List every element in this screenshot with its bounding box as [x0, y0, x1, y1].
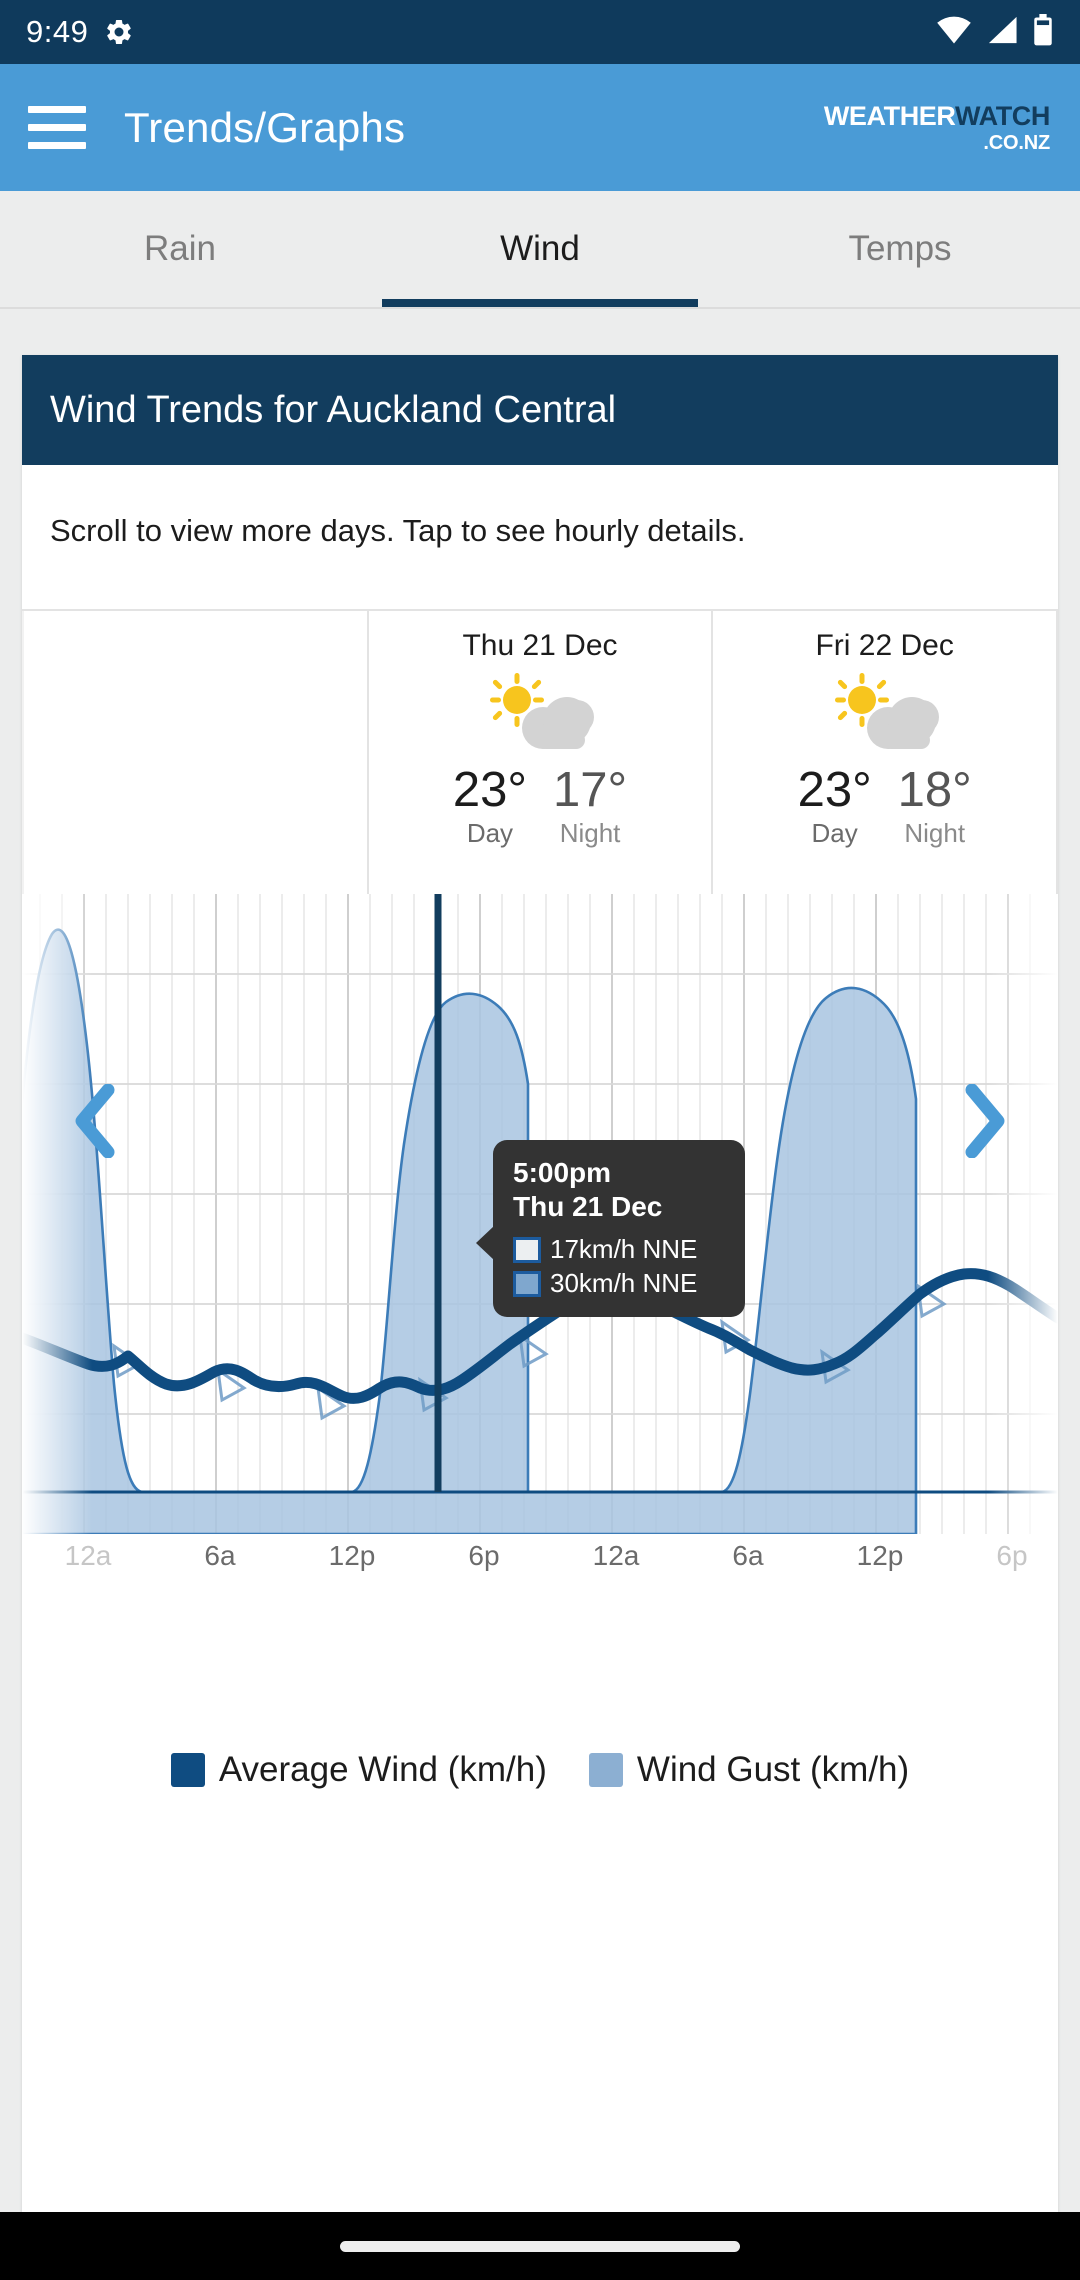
tooltip-swatch-average-wind [513, 1236, 541, 1263]
x-tick-label: 12p [328, 1540, 376, 1571]
chevron-left-icon[interactable] [70, 1084, 118, 1158]
night-temp-value: 17° [553, 763, 628, 817]
tab-rain[interactable]: Rain [0, 191, 360, 307]
tooltip-time: 5:00pm [513, 1157, 612, 1188]
hamburger-bar [28, 124, 86, 131]
night-temp-label: Night [904, 818, 966, 849]
x-tick-label: 12a [64, 1540, 112, 1571]
chevron-left-icon-svg [75, 1084, 115, 1158]
card-hint-text: Scroll to view more days. Tap to see hou… [50, 513, 746, 548]
chart-tooltip[interactable]: 5:00pm Thu 21 Dec 17km/h NNE 30km/h NNE [476, 1140, 745, 1318]
night-temp-block: 17° Night [553, 763, 628, 849]
battery-icon [1032, 13, 1054, 51]
status-bar: 9:49 [0, 0, 1080, 64]
brand-logo[interactable]: WEATHERWATCH .CO.NZ [823, 100, 1052, 154]
tooltip-swatch-wind-gust [513, 1270, 541, 1297]
chart-x-axis: 12a 6a 12p 6p 12a 6a 12p 6p [22, 1534, 1058, 1600]
legend-item-average-wind[interactable]: Average Wind (km/h) [170, 1750, 547, 1790]
brand-logo-watch: WATCH [955, 100, 1050, 131]
chevron-right-icon[interactable] [962, 1084, 1010, 1158]
x-tick-label: 6p [996, 1540, 1028, 1571]
chart-legend: Average Wind (km/h) Wind Gust (km/h) [22, 1750, 1058, 1790]
legend-swatch-average-wind [170, 1753, 205, 1787]
wifi-icon [936, 15, 972, 50]
system-navigation-bar [0, 2212, 1080, 2280]
app-root: 9:49 Trends/Graphs WEATHERWATCH .CO.NZ R… [0, 0, 1080, 2280]
cellular-signal-icon [986, 15, 1018, 50]
x-tick-label: 6a [732, 1540, 764, 1571]
app-bar: Trends/Graphs WEATHERWATCH .CO.NZ [0, 64, 1080, 191]
brand-logo-top: WEATHERWATCH [823, 100, 1051, 131]
brand-logo-weather: WEATHER [823, 100, 956, 131]
legend-item-wind-gust[interactable]: Wind Gust (km/h) [588, 1750, 910, 1790]
day-temp-value: 23° [452, 763, 527, 817]
tab-wind[interactable]: Wind [360, 191, 720, 307]
day-temp-label: Day [811, 818, 858, 849]
chart-left-fade [22, 894, 92, 1534]
day-header-strip: Thu 21 Dec 23° Day 17° Night Fri 22 Dec … [22, 609, 1058, 894]
day-temperatures: 23° Day 18° Night [797, 763, 972, 849]
tooltip-label-average-wind: 17km/h NNE [550, 1234, 698, 1265]
gesture-home-pill[interactable] [340, 2240, 740, 2252]
tooltip-rows: 17km/h NNE 30km/h NNE [513, 1234, 725, 1299]
day-temp-block: 23° Day [797, 763, 872, 849]
hamburger-menu-icon[interactable] [28, 106, 86, 149]
day-temp-label: Day [466, 818, 514, 849]
day-name: Fri 22 Dec [815, 629, 954, 662]
hamburger-bar [28, 106, 86, 113]
legend-swatch-wind-gust [588, 1753, 623, 1787]
tooltip-date: Thu 21 Dec [513, 1191, 663, 1223]
tooltip-row-average-wind: 17km/h NNE [513, 1234, 725, 1265]
tooltip-row-wind-gust: 30km/h NNE [513, 1268, 725, 1299]
x-tick-label: 6a [204, 1540, 236, 1571]
status-bar-clock: 9:49 [26, 14, 89, 49]
cellular-signal-icon-svg [988, 16, 1017, 43]
card-title: Wind Trends for Auckland Central [22, 355, 1058, 465]
partly-sunny-icon [826, 673, 944, 757]
day-temp-block: 23° Day [452, 763, 527, 849]
day-column-partial-left[interactable] [22, 611, 367, 894]
chart-right-fade [988, 894, 1058, 1534]
partly-sunny-icon-svg [490, 673, 594, 749]
x-tick-label: 6p [468, 1540, 500, 1571]
day-temperatures: 23° Day 17° Night [452, 763, 628, 849]
tooltip-pointer [476, 1226, 494, 1260]
hamburger-bar [28, 142, 86, 149]
partly-sunny-icon [481, 673, 599, 757]
legend-label-average-wind: Average Wind (km/h) [218, 1750, 547, 1789]
tab-temps[interactable]: Temps [720, 191, 1080, 307]
day-column-fri-22-dec[interactable]: Fri 22 Dec 23° Day 18° Night [711, 611, 1058, 894]
day-temp-value: 23° [797, 763, 872, 817]
tooltip-label-wind-gust: 30km/h NNE [550, 1268, 698, 1299]
x-tick-label: 12a [592, 1540, 640, 1571]
gear-icon [104, 17, 134, 47]
night-temp-value: 18° [897, 763, 972, 817]
gear-icon-svg [107, 19, 132, 45]
day-column-thu-21-dec[interactable]: Thu 21 Dec 23° Day 17° Night [366, 611, 712, 894]
legend-label-wind-gust: Wind Gust (km/h) [636, 1750, 910, 1789]
status-bar-icons [936, 13, 1054, 51]
battery-icon-svg [1034, 13, 1052, 45]
x-tick-label: 12p [856, 1540, 904, 1571]
brand-logo-domain: .CO.NZ [983, 131, 1050, 154]
partly-sunny-icon-svg [834, 673, 939, 749]
day-name: Thu 21 Dec [462, 629, 618, 662]
chevron-right-icon-svg [965, 1084, 1005, 1158]
night-temp-label: Night [559, 818, 621, 849]
page-title: Trends/Graphs [124, 103, 406, 151]
night-temp-block: 18° Night [897, 763, 972, 849]
tab-bar: Rain Wind Temps [0, 191, 1080, 309]
wifi-icon-svg [937, 16, 971, 43]
